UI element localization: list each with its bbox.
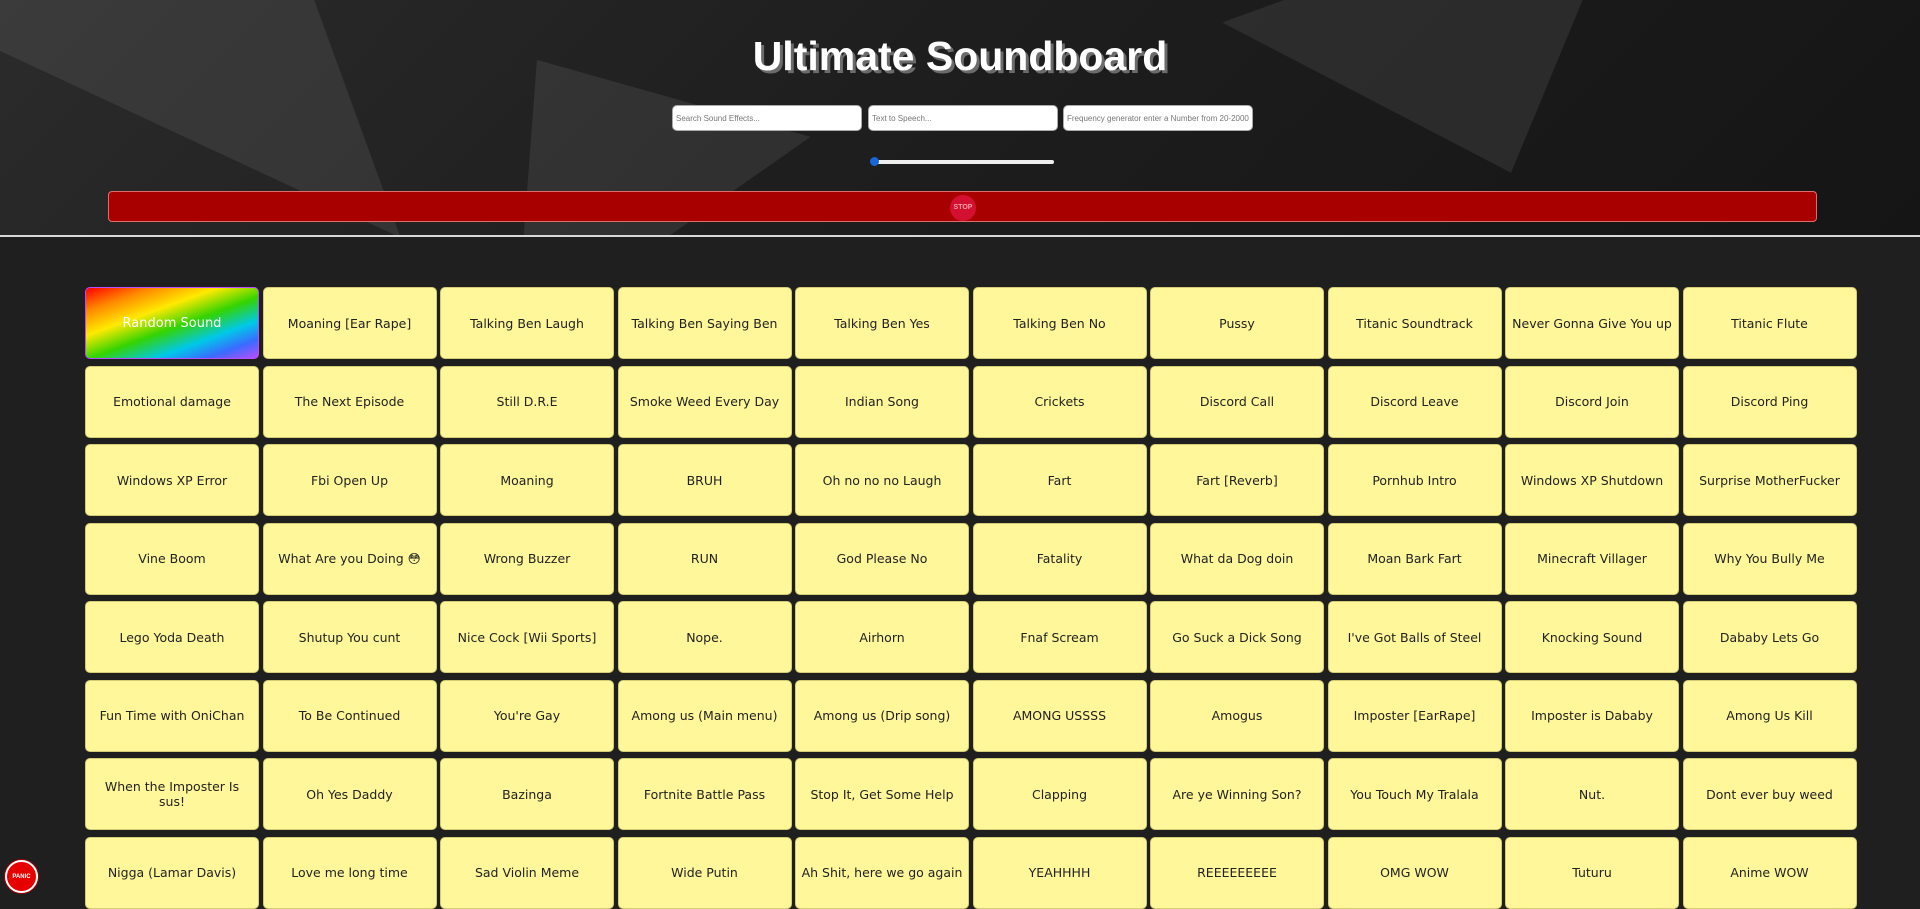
sound-button[interactable]: Talking Ben Saying Ben — [617, 287, 792, 359]
sound-button[interactable]: Surprise MotherFucker — [1682, 444, 1857, 516]
sound-button[interactable]: AMONG USSSS — [972, 679, 1147, 752]
sound-button[interactable]: Minecraft Villager — [1505, 522, 1679, 595]
page-title: Ultimate Soundboard — [752, 33, 1168, 79]
sound-button[interactable]: Among Us Kill — [1682, 679, 1857, 752]
sound-button[interactable]: You're Gay — [440, 679, 614, 752]
sound-button[interactable]: Dababy Lets Go — [1682, 601, 1857, 673]
sound-button[interactable]: Are ye Winning Son? — [1150, 758, 1324, 830]
sound-button[interactable]: Bazinga — [440, 758, 614, 830]
sound-button[interactable]: Moaning — [440, 444, 614, 516]
sound-button[interactable]: Moaning [Ear Rape] — [262, 287, 437, 359]
sound-button[interactable]: Airhorn — [795, 601, 969, 673]
sound-button[interactable]: Shutup You cunt — [262, 601, 437, 673]
stop-button[interactable]: STOP — [108, 191, 1817, 222]
sound-button[interactable]: Still D.R.E — [440, 365, 614, 438]
sound-button[interactable]: Fbi Open Up — [262, 444, 437, 516]
sound-button[interactable]: Imposter is Dababy — [1505, 679, 1679, 752]
sound-button[interactable]: Talking Ben Yes — [795, 287, 969, 359]
sound-button[interactable]: Anime WOW — [1682, 836, 1857, 909]
sound-button[interactable]: Why You Bully Me — [1682, 522, 1857, 595]
sound-button[interactable]: BRUH — [617, 444, 792, 516]
sound-button[interactable]: Nut. — [1505, 758, 1679, 830]
sound-button[interactable]: Smoke Weed Every Day — [617, 365, 792, 438]
sound-button[interactable]: Fun Time with OniChan — [85, 679, 259, 752]
sound-button[interactable]: Fatality — [972, 522, 1147, 595]
sound-button[interactable]: Oh Yes Daddy — [262, 758, 437, 830]
sound-button[interactable]: What Are you Doing 😳 — [262, 522, 437, 595]
sound-button[interactable]: Nigga (Lamar Davis) — [85, 836, 259, 909]
sound-button[interactable]: OMG WOW — [1327, 836, 1502, 909]
sound-button[interactable]: Titanic Soundtrack — [1327, 287, 1502, 359]
sound-button[interactable]: Pussy — [1150, 287, 1324, 359]
sound-button[interactable]: Sad Violin Meme — [440, 836, 614, 909]
sound-button[interactable]: Pornhub Intro — [1327, 444, 1502, 516]
volume-slider-thumb[interactable] — [870, 157, 879, 166]
sound-button[interactable]: Fart — [972, 444, 1147, 516]
sound-button[interactable]: God Please No — [795, 522, 969, 595]
sound-button[interactable]: Ah Shit, here we go again — [795, 836, 969, 909]
sound-button[interactable]: I've Got Balls of Steel — [1327, 601, 1502, 673]
sound-button[interactable]: Emotional damage — [85, 365, 259, 438]
sound-button[interactable]: Discord Join — [1505, 365, 1679, 438]
sound-button[interactable]: Tuturu — [1505, 836, 1679, 909]
sound-button[interactable]: Amogus — [1150, 679, 1324, 752]
volume-slider[interactable] — [870, 156, 1056, 168]
sound-button[interactable]: Among us (Drip song) — [795, 679, 969, 752]
sound-button[interactable]: RUN — [617, 522, 792, 595]
sound-button[interactable]: REEEEEEEEE — [1150, 836, 1324, 909]
sound-button[interactable]: Oh no no no Laugh — [795, 444, 969, 516]
sound-button[interactable]: Indian Song — [795, 365, 969, 438]
sound-button[interactable]: Titanic Flute — [1682, 287, 1857, 359]
sound-button[interactable]: Wrong Buzzer — [440, 522, 614, 595]
sound-button[interactable]: You Touch My Tralala — [1327, 758, 1502, 830]
sound-button[interactable]: Love me long time — [262, 836, 437, 909]
sound-button[interactable]: Fart [Reverb] — [1150, 444, 1324, 516]
sound-button[interactable]: Clapping — [972, 758, 1147, 830]
sound-button[interactable]: Moan Bark Fart — [1327, 522, 1502, 595]
sound-button[interactable]: Lego Yoda Death — [85, 601, 259, 673]
sound-button[interactable]: Never Gonna Give You up — [1505, 287, 1679, 359]
sound-button[interactable]: Fnaf Scream — [972, 601, 1147, 673]
sound-button[interactable]: YEAHHHH — [972, 836, 1147, 909]
sound-button[interactable]: Dont ever buy weed — [1682, 758, 1857, 830]
sound-button[interactable]: Discord Call — [1150, 365, 1324, 438]
sound-button[interactable]: To Be Continued — [262, 679, 437, 752]
sound-button[interactable]: Talking Ben Laugh — [440, 287, 614, 359]
stop-icon: STOP — [950, 195, 976, 221]
sound-button[interactable]: Go Suck a Dick Song — [1150, 601, 1324, 673]
sound-button[interactable]: Talking Ben No — [972, 287, 1147, 359]
sound-button[interactable]: Among us (Main menu) — [617, 679, 792, 752]
sound-button[interactable]: Knocking Sound — [1505, 601, 1679, 673]
sound-button[interactable]: Discord Leave — [1327, 365, 1502, 438]
sound-button[interactable]: Discord Ping — [1682, 365, 1857, 438]
sound-button[interactable]: Wide Putin — [617, 836, 792, 909]
sound-button[interactable]: Nice Cock [Wii Sports] — [440, 601, 614, 673]
sound-button[interactable]: Nope. — [617, 601, 792, 673]
sound-button[interactable]: Fortnite Battle Pass — [617, 758, 792, 830]
sound-button[interactable]: Stop It, Get Some Help — [795, 758, 969, 830]
text-to-speech-input[interactable] — [868, 105, 1058, 131]
sound-button[interactable]: The Next Episode — [262, 365, 437, 438]
header: Ultimate Soundboard STOP — [0, 0, 1920, 237]
random-sound-button[interactable]: Random Sound — [85, 287, 259, 359]
frequency-generator-input[interactable] — [1063, 105, 1253, 131]
sound-button[interactable]: Crickets — [972, 365, 1147, 438]
search-input[interactable] — [672, 105, 862, 131]
sound-button[interactable]: Imposter [EarRape] — [1327, 679, 1502, 752]
volume-slider-track — [874, 160, 1054, 164]
panic-button[interactable]: PANIC — [5, 860, 38, 893]
sound-grid: Random Sound Moaning [Ear Rape] Talking Be… — [85, 287, 1860, 909]
sound-button[interactable]: Windows XP Shutdown — [1505, 444, 1679, 516]
sound-button[interactable]: Vine Boom — [85, 522, 259, 595]
sound-button[interactable]: Windows XP Error — [85, 444, 259, 516]
sound-button[interactable]: When the Imposter Is sus! — [85, 758, 259, 830]
sound-button[interactable]: What da Dog doin — [1150, 522, 1324, 595]
